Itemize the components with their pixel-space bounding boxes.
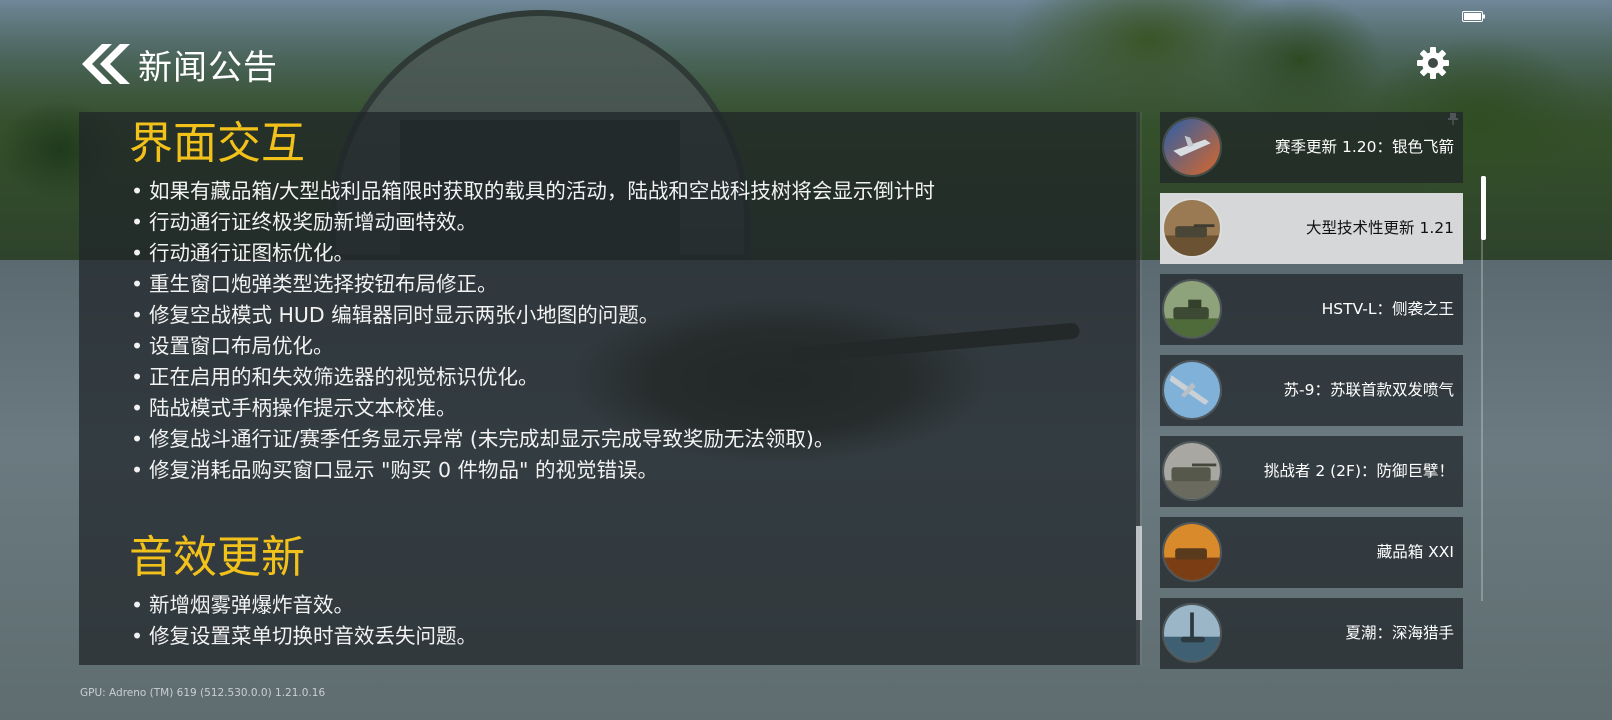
- list-scroll-thumb[interactable]: [1481, 176, 1486, 240]
- list-item: 陆战模式手柄操作提示文本校准。: [129, 393, 1109, 424]
- list-item: 行动通行证图标优化。: [129, 238, 1109, 269]
- news-item-selected[interactable]: 大型技术性更新 1.21: [1160, 193, 1463, 264]
- fire-tank-thumbnail: [1162, 522, 1222, 582]
- news-item[interactable]: 夏潮：深海猎手: [1160, 598, 1463, 669]
- camo-tank-thumbnail: [1162, 441, 1222, 501]
- news-item[interactable]: 赛季更新 1.20：银色飞箭: [1160, 112, 1463, 183]
- green-tank-thumbnail: [1162, 279, 1222, 339]
- section-heading: 界面交互: [129, 118, 305, 169]
- jet-aircraft-thumbnail: [1162, 117, 1222, 177]
- news-item-label: 苏-9：苏联首款双发喷气: [1283, 381, 1454, 399]
- list-item: 新增烟雾弹爆炸音效。: [129, 590, 1109, 621]
- news-item-label: 赛季更新 1.20：银色飞箭: [1275, 138, 1454, 156]
- news-item-label: 藏品箱 XXI: [1376, 543, 1454, 561]
- double-chevron-left-icon: [82, 44, 130, 84]
- jet-sky-thumbnail: [1162, 360, 1222, 420]
- list-item: 重生窗口炮弹类型选择按钮布局修正。: [129, 269, 1109, 300]
- article-scroll-thumb[interactable]: [1136, 526, 1142, 620]
- news-item-label: 挑战者 2 (2F)：防御巨擘！: [1263, 462, 1454, 480]
- section-audio: 音效更新 新增烟雾弹爆炸音效。 修复设置菜单切换时音效丢失问题。: [129, 526, 1109, 652]
- desert-tank-thumbnail: [1162, 198, 1222, 258]
- news-item-label: 大型技术性更新 1.21: [1306, 219, 1454, 237]
- list-item: 正在启用的和失效筛选器的视觉标识优化。: [129, 362, 1109, 393]
- list-item: 修复设置菜单切换时音效丢失问题。: [129, 621, 1109, 652]
- article-scrollbar[interactable]: [1136, 112, 1142, 665]
- news-item-label: HSTV-L：侧袭之王: [1321, 300, 1454, 318]
- news-item[interactable]: 藏品箱 XXI: [1160, 517, 1463, 588]
- news-item[interactable]: HSTV-L：侧袭之王: [1160, 274, 1463, 345]
- section-ui: 界面交互 如果有藏品箱/大型战利品箱限时获取的载具的活动，陆战和空战科技树将会显…: [129, 112, 1109, 486]
- list-item: 修复消耗品购买窗口显示 "购买 0 件物品" 的视觉错误。: [129, 455, 1109, 486]
- list-item: 如果有藏品箱/大型战利品箱限时获取的载具的活动，陆战和空战科技树将会显示倒计时: [129, 176, 1109, 207]
- news-item-label: 夏潮：深海猎手: [1345, 624, 1454, 642]
- list-item: 修复战斗通行证/赛季任务显示异常 (未完成却显示完成导致奖励无法领取)。: [129, 424, 1109, 455]
- news-item[interactable]: 苏-9：苏联首款双发喷气: [1160, 355, 1463, 426]
- bullet-list: 如果有藏品箱/大型战利品箱限时获取的载具的活动，陆战和空战科技树将会显示倒计时 …: [129, 176, 1109, 486]
- back-button[interactable]: 新闻公告: [78, 42, 278, 88]
- list-item: 设置窗口布局优化。: [129, 331, 1109, 362]
- news-item[interactable]: 挑战者 2 (2F)：防御巨擘！: [1160, 436, 1463, 507]
- list-item: 行动通行证终极奖励新增动画特效。: [129, 207, 1109, 238]
- list-item: 修复空战模式 HUD 编辑器同时显示两张小地图的问题。: [129, 300, 1109, 331]
- article-content: 界面交互 如果有藏品箱/大型战利品箱限时获取的载具的活动，陆战和空战科技树将会显…: [129, 112, 1109, 652]
- bullet-list: 新增烟雾弹爆炸音效。 修复设置菜单切换时音效丢失问题。: [129, 590, 1109, 652]
- gpu-info: GPU: Adreno (TM) 619 (512.530.0.0) 1.21.…: [80, 687, 326, 699]
- battery-icon: [1462, 11, 1485, 22]
- section-heading: 音效更新: [129, 532, 305, 583]
- article-panel[interactable]: 界面交互 如果有藏品箱/大型战利品箱限时获取的载具的活动，陆战和空战科技树将会显…: [79, 112, 1140, 665]
- page-title: 新闻公告: [138, 47, 278, 88]
- gear-icon[interactable]: [1416, 46, 1450, 80]
- submarine-thumbnail: [1162, 603, 1222, 663]
